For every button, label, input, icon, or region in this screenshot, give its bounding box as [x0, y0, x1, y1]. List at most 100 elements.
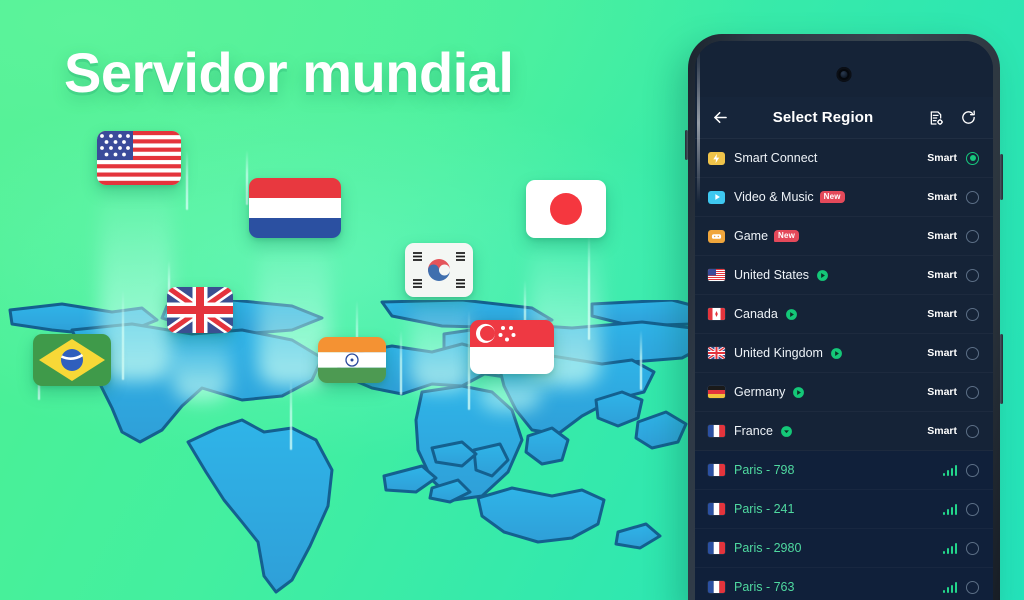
- row-label: Paris - 763: [734, 580, 795, 594]
- light-haze-kr: [410, 290, 472, 390]
- refresh-icon: [961, 110, 975, 124]
- map-flag-united-kingdom: [167, 287, 233, 333]
- row-trailing: Smart: [927, 307, 979, 321]
- row-trailing: Smart: [927, 229, 979, 243]
- play-right-icon[interactable]: [785, 308, 798, 321]
- row-trailing: Smart: [927, 385, 979, 399]
- new-badge: New: [774, 230, 800, 242]
- smart-tag: Smart: [927, 269, 957, 281]
- list-settings-button[interactable]: [925, 107, 947, 129]
- smart-tag: Smart: [927, 425, 957, 437]
- region-row[interactable]: France Smart: [695, 412, 993, 451]
- radio-button[interactable]: [966, 229, 979, 243]
- row-label: United States: [734, 268, 810, 282]
- region-row[interactable]: Game New Smart: [695, 217, 993, 256]
- smart-tag: Smart: [927, 230, 957, 242]
- phone-left-button[interactable]: [685, 130, 688, 160]
- app-header: Select Region: [695, 97, 993, 139]
- signal-bars-icon: [942, 464, 957, 476]
- map-flag-brazil: [33, 334, 111, 386]
- chevron-down-icon[interactable]: [780, 425, 793, 438]
- radio-button[interactable]: [966, 385, 979, 399]
- light-beam-1: [186, 150, 188, 210]
- play-right-icon[interactable]: [792, 386, 805, 399]
- signal-bars-icon: [942, 503, 957, 515]
- row-label: Germany: [734, 385, 786, 399]
- smart-tag: Smart: [927, 308, 957, 320]
- phone-power-button[interactable]: [1000, 154, 1003, 200]
- region-row[interactable]: Canada Smart: [695, 295, 993, 334]
- play-right-icon[interactable]: [816, 269, 829, 282]
- flag-icon-gb: [708, 347, 725, 359]
- light-beam-6: [400, 330, 402, 395]
- smart-tag: Smart: [927, 347, 957, 359]
- flag-icon-fr: [708, 542, 725, 554]
- phone-mockup: Select Region Smart Connect Smart Video & …: [685, 34, 1003, 600]
- flag-icon-fr: [708, 581, 725, 593]
- radio-button[interactable]: [966, 424, 979, 438]
- row-trailing: [942, 580, 979, 594]
- map-flag-south-korea: [405, 243, 473, 297]
- row-trailing: Smart: [927, 346, 979, 360]
- map-flag-singapore: [470, 320, 554, 374]
- light-beam-11: [246, 150, 248, 205]
- row-trailing: Smart: [927, 424, 979, 438]
- signal-bars-icon: [942, 542, 957, 554]
- refresh-button[interactable]: [957, 107, 979, 129]
- play-icon: [708, 190, 725, 204]
- row-label: Paris - 241: [734, 502, 795, 516]
- phone-volume-button[interactable]: [1000, 334, 1003, 404]
- status-bar: [695, 41, 993, 97]
- smart-tag: Smart: [927, 386, 957, 398]
- app-title: Select Region: [772, 109, 874, 126]
- radio-button[interactable]: [966, 346, 979, 360]
- back-button[interactable]: [709, 107, 731, 129]
- region-list[interactable]: Smart Connect Smart Video & Music New Smart G…: [695, 139, 993, 600]
- server-row[interactable]: Paris - 763: [695, 568, 993, 600]
- page-title: Servidor mundial: [64, 41, 514, 104]
- region-row[interactable]: Video & Music New Smart: [695, 178, 993, 217]
- flag-icon-us: [708, 269, 725, 281]
- radio-button[interactable]: [966, 463, 979, 477]
- radio-button[interactable]: [966, 502, 979, 516]
- row-label: Paris - 2980: [734, 541, 802, 555]
- radio-button[interactable]: [966, 541, 979, 555]
- region-row[interactable]: United Kingdom Smart: [695, 334, 993, 373]
- smart-tag: Smart: [927, 152, 957, 164]
- row-trailing: [942, 463, 979, 477]
- flag-icon-fr: [708, 464, 725, 476]
- region-row[interactable]: Smart Connect Smart: [695, 139, 993, 178]
- server-row[interactable]: Paris - 241: [695, 490, 993, 529]
- lightning-icon: [708, 151, 725, 165]
- flag-icon-ca: [708, 308, 725, 320]
- region-row[interactable]: Germany Smart: [695, 373, 993, 412]
- radio-button[interactable]: [966, 580, 979, 594]
- server-row[interactable]: Paris - 2980: [695, 529, 993, 568]
- light-beam-2: [122, 290, 124, 380]
- radio-button[interactable]: [966, 307, 979, 321]
- flag-icon-fr: [708, 425, 725, 437]
- map-flag-netherlands: [249, 178, 341, 238]
- region-row[interactable]: United States Smart: [695, 256, 993, 295]
- front-camera-icon: [836, 67, 852, 82]
- row-label: France: [734, 424, 773, 438]
- radio-button[interactable]: [966, 151, 979, 165]
- play-right-icon[interactable]: [830, 347, 843, 360]
- row-trailing: Smart: [927, 190, 979, 204]
- server-row[interactable]: Paris - 798: [695, 451, 993, 490]
- row-label: Video & Music: [734, 190, 814, 204]
- radio-button[interactable]: [966, 268, 979, 282]
- signal-bars-icon: [942, 581, 957, 593]
- light-beam-9: [588, 230, 590, 340]
- map-flag-united-states: [97, 131, 181, 185]
- row-trailing: [942, 541, 979, 555]
- radio-button[interactable]: [966, 190, 979, 204]
- phone-screen: Select Region Smart Connect Smart Video & …: [695, 41, 993, 600]
- gamepad-icon: [708, 229, 725, 243]
- new-badge: New: [819, 191, 845, 203]
- row-trailing: Smart: [927, 268, 979, 282]
- row-trailing: [942, 502, 979, 516]
- row-label: United Kingdom: [734, 346, 823, 360]
- light-beam-4: [290, 380, 292, 450]
- map-flag-india: [318, 337, 386, 383]
